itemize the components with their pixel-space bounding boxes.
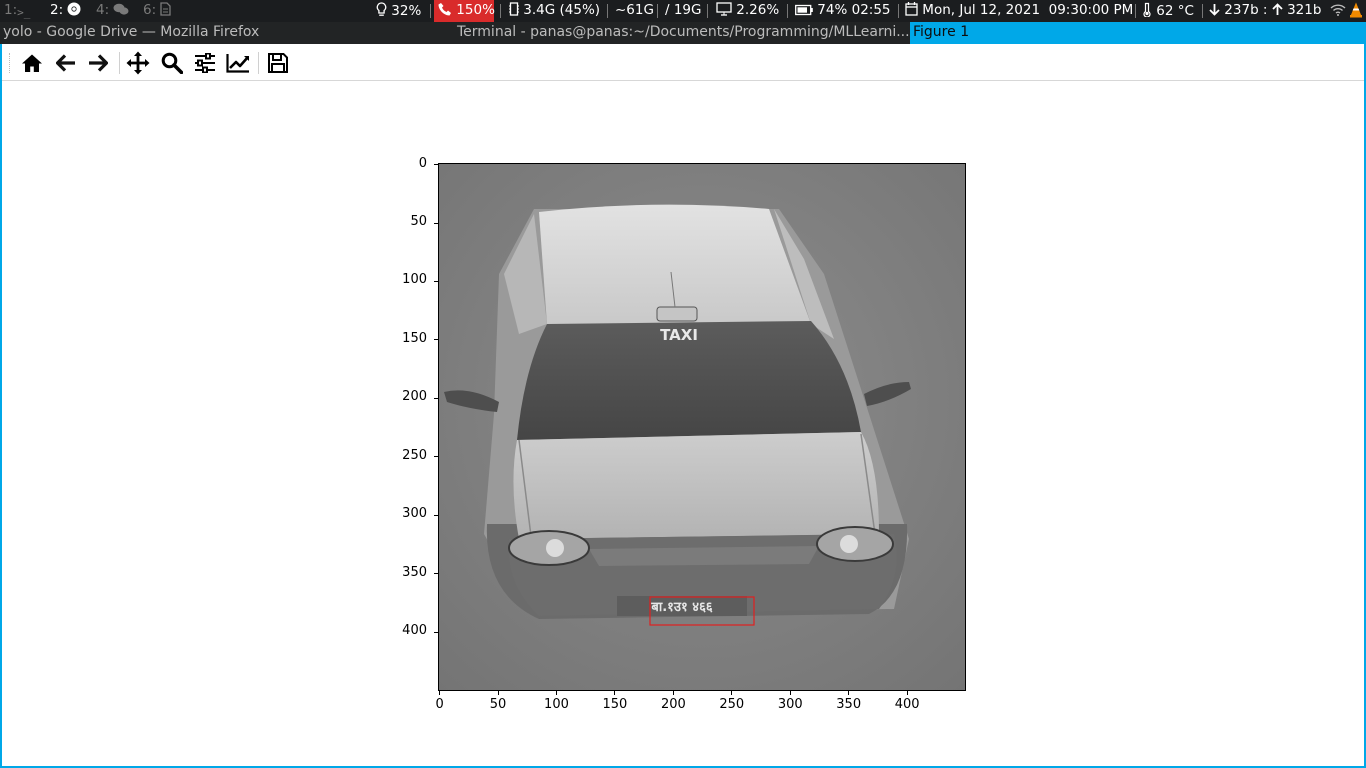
x-tick-label: 100: [544, 697, 569, 712]
y-tick-label: 350: [402, 564, 427, 580]
sliders-icon: [195, 53, 215, 73]
x-tick-label: 250: [719, 697, 745, 712]
figure-window: TAXI बा.१उ१ ४६६ 0 50 100 150 200 250 300 350 400…: [0, 44, 1366, 768]
y-tick-mark: [434, 514, 439, 516]
battery-indicator: 74% 02:55: [795, 2, 891, 20]
y-tick-mark: [434, 573, 439, 575]
edit-axis-button[interactable]: [225, 50, 251, 76]
y-tick-mark: [434, 339, 439, 341]
window-tab-figure[interactable]: Figure 1: [910, 22, 1366, 44]
home-icon: [22, 54, 42, 72]
workspace-6[interactable]: 6:: [143, 2, 172, 20]
workspace-2[interactable]: 2:: [50, 2, 81, 20]
x-tick-mark: [789, 690, 791, 695]
x-tick-label: 400: [894, 697, 920, 712]
wifi-icon[interactable]: [1330, 3, 1346, 20]
x-tick-label: 200: [660, 697, 686, 712]
taxi-image: TAXI बा.१उ१ ४६६: [439, 164, 965, 690]
y-tick-label: 50: [410, 214, 427, 230]
save-icon: [268, 53, 288, 73]
navigation-toolbar: [2, 44, 1364, 81]
pan-button[interactable]: [125, 50, 151, 76]
chat-icon: [113, 3, 129, 20]
y-tick-label: 150: [402, 330, 427, 346]
clock[interactable]: Mon, Jul 12, 2021 09:30:00 PM: [905, 2, 1133, 20]
battery-icon: [795, 4, 813, 20]
memory-icon: [509, 2, 519, 20]
back-button[interactable]: [53, 50, 79, 76]
workspace-1[interactable]: 1:>_: [4, 2, 30, 19]
y-tick-mark: [434, 222, 439, 224]
home-button[interactable]: [19, 50, 45, 76]
arrow-up-icon: [1272, 3, 1283, 20]
disk-used: ~61G: [615, 2, 654, 18]
calendar-icon: [905, 2, 918, 20]
status-bar: 1:>_ 2: 4: 6: 32% 150% 3.4G (45%) ~61G /…: [0, 0, 1366, 22]
y-tick-label: 250: [402, 447, 427, 463]
chrome-icon: [67, 2, 81, 20]
arrow-down-icon: [1209, 3, 1220, 20]
phone-icon: [438, 2, 452, 20]
x-tick-mark: [439, 690, 441, 695]
configure-subplots-button[interactable]: [192, 50, 218, 76]
monitor-icon: [716, 2, 732, 20]
toolbar-grip[interactable]: [9, 53, 12, 73]
cpu-indicator: 2.26%: [716, 2, 779, 20]
y-tick-mark: [434, 397, 439, 399]
y-tick-mark: [434, 456, 439, 458]
arrow-left-icon: [56, 54, 75, 72]
y-tick-label: 400: [402, 623, 427, 639]
disk-free: / 19G: [665, 2, 702, 18]
x-tick-mark: [906, 690, 908, 695]
image-axes[interactable]: TAXI बा.१उ१ ४६६: [438, 163, 966, 691]
taxi-roof-sign: TAXI: [660, 326, 698, 344]
window-tab-terminal[interactable]: Terminal - panas@panas:~/Documents/Progr…: [457, 24, 910, 40]
window-titlebar: yolo - Google Drive — Mozilla Firefox Te…: [0, 22, 1366, 44]
x-tick-label: 300: [777, 697, 803, 712]
y-tick-label: 0: [418, 155, 427, 171]
temperature-indicator: 62 °C: [1142, 2, 1194, 21]
y-tick-label: 300: [402, 506, 427, 522]
memory-indicator: 3.4G (45%): [509, 2, 600, 20]
x-tick-label: 350: [836, 697, 862, 712]
y-tick-label: 100: [402, 272, 427, 288]
x-tick-mark: [848, 690, 850, 695]
window-tab-figure-label: Figure 1: [913, 24, 970, 40]
zoom-button[interactable]: [159, 50, 185, 76]
brightness-indicator: 32%: [376, 2, 421, 21]
forward-button[interactable]: [85, 50, 111, 76]
x-tick-label: 0: [435, 697, 444, 712]
move-icon: [126, 51, 150, 75]
x-tick-mark: [614, 690, 616, 695]
x-tick-mark: [497, 690, 499, 695]
x-tick-label: 50: [489, 697, 507, 712]
save-button[interactable]: [265, 50, 291, 76]
volume-indicator[interactable]: 150%: [438, 2, 495, 20]
x-tick-mark: [555, 690, 557, 695]
document-icon: [160, 2, 172, 20]
arrow-right-icon: [89, 54, 108, 72]
y-tick-label: 200: [402, 389, 427, 405]
zoom-icon: [161, 52, 183, 74]
network-indicator: 237b : 321b: [1209, 2, 1321, 20]
x-tick-mark: [672, 690, 674, 695]
y-tick-mark: [434, 631, 439, 633]
lightbulb-icon: [376, 2, 387, 21]
terminal-icon: >_: [17, 6, 31, 19]
x-tick-label: 150: [602, 697, 628, 712]
y-tick-mark: [434, 164, 439, 166]
window-tab-firefox[interactable]: yolo - Google Drive — Mozilla Firefox: [3, 24, 259, 40]
x-tick-mark: [731, 690, 733, 695]
workspace-4[interactable]: 4:: [96, 2, 129, 20]
y-tick-mark: [434, 280, 439, 282]
line-chart-icon: [226, 54, 249, 73]
vlc-icon[interactable]: [1349, 2, 1363, 22]
license-plate-text: बा.१उ१ ४६६: [650, 600, 712, 615]
thermometer-icon: [1142, 2, 1152, 21]
